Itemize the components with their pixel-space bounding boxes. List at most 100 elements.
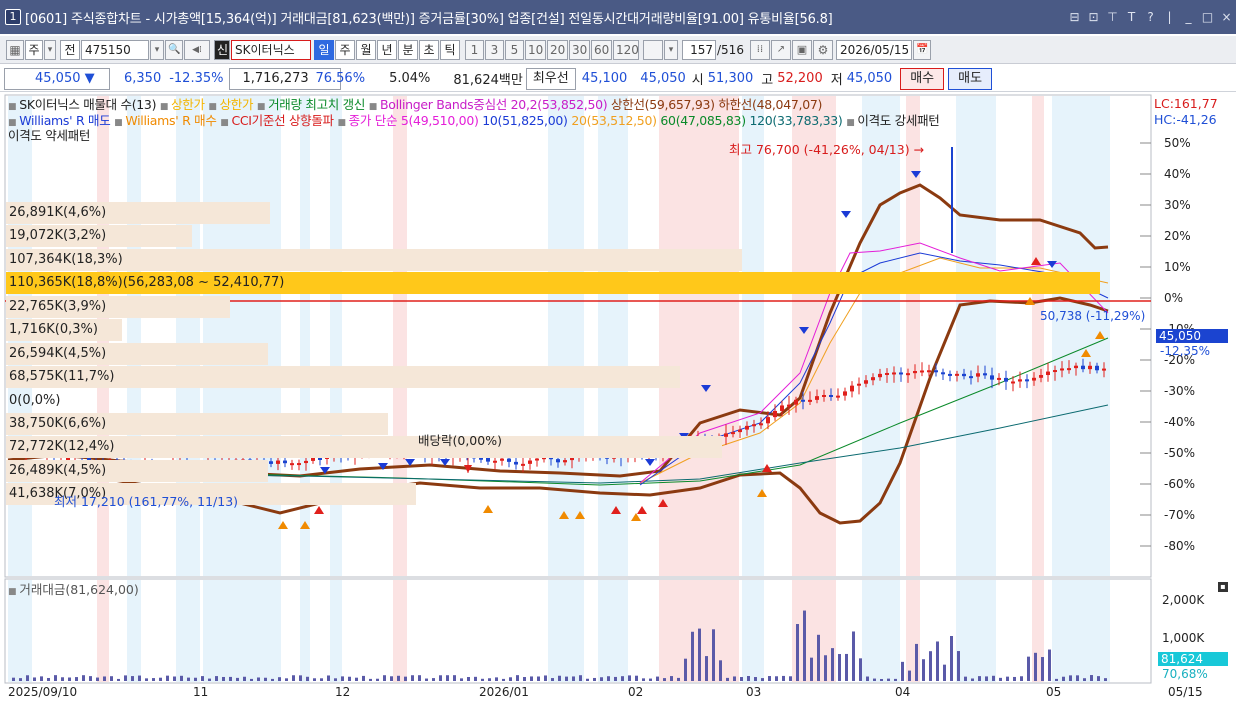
interval-5-button[interactable]: 5: [505, 39, 524, 60]
turnover-rate: 5.04%: [389, 71, 431, 86]
volume-bar: [1013, 676, 1016, 681]
close-icon[interactable]: ×: [1217, 10, 1236, 24]
gear-icon[interactable]: ⚙: [812, 39, 833, 60]
market-select[interactable]: 주: [25, 39, 43, 60]
legend-ma20[interactable]: 20(53,512,50): [571, 113, 657, 128]
interval-dropdown-icon[interactable]: ▾: [664, 39, 678, 60]
volume-bar: [61, 677, 64, 681]
interval-60-button[interactable]: 60: [591, 39, 612, 60]
period-band: [742, 96, 764, 576]
layout-icon[interactable]: ▦: [6, 39, 24, 60]
volume-current-pct: 70,68%: [1162, 667, 1208, 681]
candle-body: [906, 373, 910, 376]
stock-name-field[interactable]: SK이터닉스: [231, 39, 311, 60]
period-week-button[interactable]: 주: [335, 39, 355, 60]
candle-body: [507, 458, 511, 462]
legend-volume-profile[interactable]: SK이터닉스 매물대 수(13): [19, 97, 156, 112]
legend-disparity-weak[interactable]: 이격도 약세패턴: [8, 129, 90, 143]
volume-bar: [292, 675, 295, 681]
interval-20-button[interactable]: 20: [547, 39, 568, 60]
legend-bollinger-lower[interactable]: 하한선(48,047,07): [718, 97, 822, 112]
legend-upper-limit-2[interactable]: 상한가: [220, 97, 254, 112]
volume-bar: [649, 678, 652, 681]
legend-disparity-strong[interactable]: 이격도 강세패턴: [857, 113, 939, 128]
sound-icon[interactable]: ◀⁞: [184, 39, 210, 60]
interval-120-button[interactable]: 120: [613, 39, 639, 60]
volume-bar: [313, 678, 316, 681]
data-count-total: /516: [717, 42, 744, 57]
calendar-icon[interactable]: 📅: [912, 39, 931, 60]
market-dropdown-icon[interactable]: ▾: [44, 39, 56, 60]
interval-custom-input[interactable]: [643, 39, 663, 60]
legend-bollinger-center[interactable]: Bollinger Bands중심선 20,2(53,852,50): [380, 97, 608, 112]
chart-area[interactable]: 26,891K(4,6%) 19,072K(3,2%) 107,364K(18,…: [0, 93, 1236, 701]
interval-3-button[interactable]: 3: [485, 39, 504, 60]
pin-icon[interactable]: ⊤: [1103, 10, 1122, 24]
legend-volume-high[interactable]: 거래량 최고치 갱신: [268, 97, 365, 112]
volume-bar: [138, 675, 141, 681]
interval-10-button[interactable]: 10: [525, 39, 546, 60]
period-minute-button[interactable]: 분: [398, 39, 418, 60]
candle-body: [787, 404, 791, 407]
volume-bar: [677, 677, 680, 681]
date-input[interactable]: 2026/05/15: [835, 39, 912, 60]
candle-body: [766, 417, 770, 424]
legend-upper-limit-1[interactable]: 상한가: [171, 97, 205, 112]
period-band-volume: [300, 580, 310, 682]
legend-williams-sell[interactable]: Williams' R 매도: [19, 113, 111, 128]
toolbar: ▦ 주 ▾ 전 475150 ▾ 🔍 ◀⁞ 신 SK이터닉스 일 주 월 년 분…: [0, 36, 1236, 64]
legend-cci-cross[interactable]: CCI기준선 상향돌파: [231, 113, 334, 128]
volume-bar: [124, 675, 127, 681]
volume-bar: [754, 677, 757, 681]
candle-body: [808, 399, 812, 402]
search-icon[interactable]: 🔍: [165, 39, 183, 60]
legend-williams-buy[interactable]: Williams' R 매수: [125, 113, 217, 128]
candle-body: [773, 410, 777, 418]
maximize-icon[interactable]: □: [1198, 10, 1217, 24]
interval-1-button[interactable]: 1: [465, 39, 484, 60]
window-link-icon[interactable]: ⊡: [1084, 10, 1103, 24]
stock-chart[interactable]: [0, 93, 1236, 701]
legend-ma120[interactable]: 120(33,783,33): [749, 113, 842, 128]
legend-ma60[interactable]: 60(47,085,83): [660, 113, 746, 128]
legend-bollinger-upper[interactable]: 상한선(59,657,93): [611, 97, 715, 112]
volume-bar: [873, 678, 876, 681]
volume-bar: [894, 678, 897, 681]
candle-body: [920, 370, 924, 373]
candle-body: [864, 380, 868, 384]
period-year-button[interactable]: 년: [377, 39, 397, 60]
indicator-legend-line-2[interactable]: ■ Williams' R 매도 ■ Williams' R 매수 ■ CCI기준선 …: [8, 113, 940, 130]
minimize-icon[interactable]: _: [1179, 10, 1198, 24]
trend-line-icon[interactable]: ↗: [770, 39, 791, 60]
period-tick-button[interactable]: 틱: [440, 39, 460, 60]
buy-button[interactable]: 매수: [900, 67, 945, 90]
high-annotation: 최고 76,700 (-41,26%, 04/13) →: [729, 142, 925, 157]
dotted-chart-icon[interactable]: ⁞⁞: [749, 39, 770, 60]
period-month-button[interactable]: 월: [356, 39, 376, 60]
period-day-button[interactable]: 일: [314, 39, 334, 60]
open-price: 51,300: [707, 71, 754, 86]
candle-body: [738, 429, 742, 433]
panel-collapse-icon[interactable]: ▪: [1218, 582, 1228, 592]
interval-30-button[interactable]: 30: [569, 39, 590, 60]
period-second-button[interactable]: 초: [419, 39, 439, 60]
help-icon[interactable]: ?: [1141, 10, 1160, 24]
font-icon[interactable]: T: [1122, 10, 1141, 24]
legend-ma5[interactable]: 종가 단순 5(49,510,00): [349, 113, 479, 128]
candle-body: [836, 395, 840, 398]
window-split-icon[interactable]: ⊟: [1065, 10, 1084, 24]
volume-bar: [264, 677, 267, 681]
volume-bar: [110, 676, 113, 681]
volume-bar: [992, 675, 995, 681]
save-icon[interactable]: ▣: [791, 39, 812, 60]
volume-bar: [1104, 678, 1107, 681]
data-count-input[interactable]: 157: [682, 39, 716, 60]
volume-bar: [516, 675, 519, 681]
sell-button[interactable]: 매도: [948, 67, 993, 90]
legend-ma10[interactable]: 10(51,825,00): [482, 113, 568, 128]
stock-code-input[interactable]: 475150: [81, 39, 149, 60]
volume-profile-bar-max: 110,365K(18,8%)(56,283,08 ~ 52,410,77): [6, 272, 1100, 294]
indicator-legend-line-1[interactable]: ■ SK이터닉스 매물대 수(13) ■ 상한가 ■ 상한가 ■ 거래량 최고치 갱신 …: [8, 98, 822, 114]
code-dropdown-icon[interactable]: ▾: [150, 39, 164, 60]
jeon-button[interactable]: 전: [60, 39, 80, 60]
